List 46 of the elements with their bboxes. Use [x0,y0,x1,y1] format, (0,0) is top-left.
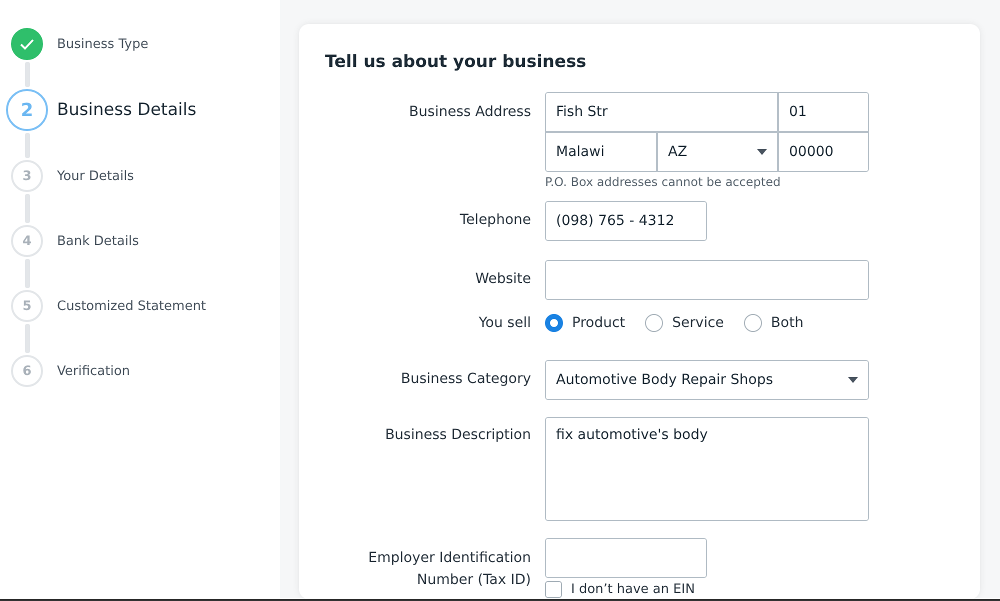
radio-icon[interactable] [744,314,762,332]
city-field[interactable]: Malawi [545,132,657,172]
step-circle: 5 [11,290,43,322]
radio-icon[interactable] [545,314,563,332]
form-title: Tell us about your business [325,52,588,72]
step-connector [25,324,30,353]
step-label[interactable]: Verification [57,364,130,378]
field-label: Business Category [400,370,531,389]
website-field[interactable] [545,260,869,300]
number-field[interactable]: 01 [778,92,869,132]
field-label: Telephone [458,211,531,230]
step-label[interactable]: Customized Statement [57,298,206,314]
field-label: Website [474,270,531,289]
field-label: Business Description [384,426,531,445]
step-label[interactable]: Business Type [57,36,148,52]
caret-icon [757,149,767,155]
step-circle: 4 [11,225,43,257]
step-connector [25,133,30,158]
category-select[interactable]: Automotive Body Repair Shops [545,360,869,400]
step-connector [25,62,30,87]
step-circle: 6 [11,355,43,387]
step-connector [25,194,30,223]
radio-option[interactable]: Both [744,314,804,332]
caret-icon [848,377,858,383]
zip-field[interactable]: 00000 [778,132,869,172]
step-label[interactable]: Business Details [57,100,196,120]
telephone-field[interactable]: (098) 765 - 4312 [545,201,707,241]
street-field[interactable]: Fish Str [545,92,778,132]
address-note: P.O. Box addresses cannot be accepted [545,175,782,189]
no-ein-checkbox[interactable]: I don’t have an EIN [545,581,869,598]
field-label: You sell [478,314,531,333]
description-field[interactable]: fix automotive's body [545,417,869,521]
step-connector [25,259,30,288]
ein-field[interactable] [545,538,707,578]
field-label: Business Address [408,103,531,122]
step-circle: 3 [11,160,43,192]
step-label[interactable]: Bank Details [57,234,139,248]
radio-icon[interactable] [645,314,664,332]
radio-option[interactable]: Product [545,314,626,332]
state-select[interactable]: AZ [657,132,778,172]
step-label[interactable]: Your Details [57,168,134,184]
radio-option[interactable]: Service [645,314,724,332]
step-circle: 2 [6,89,48,131]
checkbox-icon[interactable] [545,581,562,598]
field-label: Employer Identification Number (Tax ID) [367,549,531,590]
check-icon [20,38,34,50]
